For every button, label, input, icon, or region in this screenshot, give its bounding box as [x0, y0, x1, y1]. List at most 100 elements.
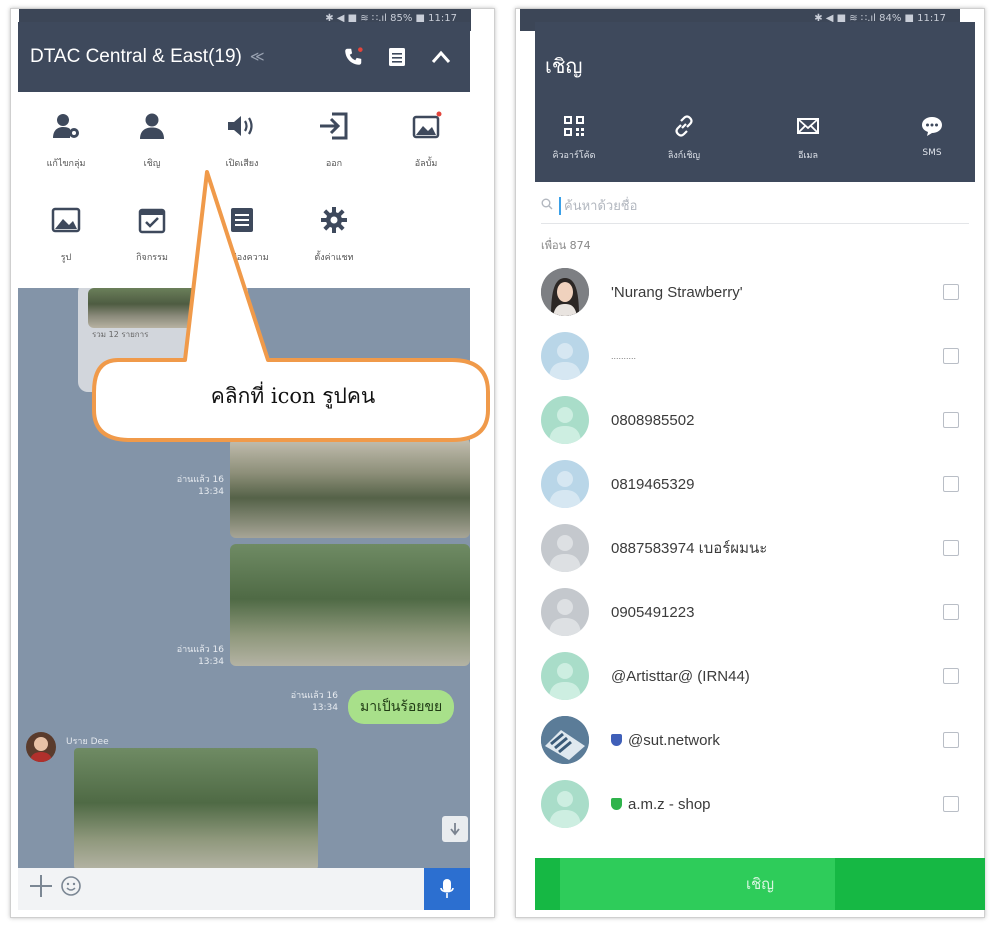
plus-icon[interactable] [28, 873, 60, 906]
option-label: ลิงก์เชิญ [667, 151, 701, 161]
select-checkbox[interactable] [943, 348, 959, 364]
select-checkbox[interactable] [943, 668, 959, 684]
list-icon [222, 200, 262, 240]
notes-icon[interactable] [380, 40, 414, 74]
default-avatar-icon [541, 332, 589, 380]
invite-button[interactable]: เชิญ [535, 858, 985, 910]
official-badge-icon [611, 734, 622, 746]
menu-leave[interactable]: ออก [294, 102, 374, 182]
contact-row[interactable]: .......... [541, 324, 969, 388]
read-receipt: อ่านแล้ว 16 13:34 [168, 644, 224, 668]
search-input[interactable]: ค้นหาด้วยชื่อ [564, 195, 637, 216]
sender-avatar[interactable] [26, 732, 56, 762]
select-checkbox[interactable] [943, 604, 959, 620]
select-checkbox[interactable] [943, 284, 959, 300]
menu-photos[interactable]: รูป [26, 196, 106, 276]
read-text: อ่านแล้ว 16 [290, 691, 338, 701]
emoji-icon[interactable] [60, 875, 90, 903]
menu-label: แก้ไขกลุ่ม [46, 159, 86, 169]
person-icon [132, 106, 172, 146]
message-input-bar [18, 868, 470, 910]
exit-icon [314, 106, 354, 146]
mail-icon [797, 110, 819, 142]
chat-photo-1[interactable] [230, 438, 470, 538]
scroll-down-button[interactable] [442, 816, 468, 842]
menu-events[interactable]: กิจกรรม [112, 196, 192, 276]
sms-icon [920, 110, 944, 142]
menu-invite[interactable]: เชิญ [112, 102, 192, 182]
contact-row[interactable]: a.m.z - shop [541, 772, 969, 836]
qr-code-icon [563, 110, 585, 142]
default-avatar-icon [541, 524, 589, 572]
menu-label: ตั้งค่าแชท [314, 253, 354, 263]
album-photo[interactable] [88, 288, 238, 328]
menu-label: การช่องความ [215, 253, 269, 263]
menu-edit-group[interactable]: แก้ไขกลุ่ม [26, 102, 106, 182]
select-checkbox[interactable] [943, 796, 959, 812]
chat-photo-2[interactable] [230, 544, 470, 666]
contact-name: 0905491223 [611, 603, 695, 621]
menu-label: เชิญ [143, 159, 161, 169]
read-text: อ่านแล้ว 16 [176, 475, 224, 485]
person-gear-icon [46, 106, 86, 146]
invite-option-email[interactable]: อีเมล [763, 110, 853, 162]
option-label: อีเมล [798, 151, 818, 161]
contact-name: @sut.network [611, 732, 943, 749]
album-icon [406, 106, 446, 146]
invite-button-label: เชิญ [745, 875, 775, 893]
contact-name: .......... [611, 351, 637, 361]
chat-header: DTAC Central & East(19) ≪ [18, 22, 470, 92]
chat-area[interactable]: รวม 12 รายการ อ่านแล้ว 16 13:34 อ่านแล้ว… [18, 288, 470, 868]
contact-row[interactable]: 'Nurang Strawberry' [541, 260, 969, 324]
calendar-icon [132, 200, 172, 240]
contact-name: a.m.z - shop [611, 796, 943, 813]
mic-icon[interactable] [424, 868, 470, 910]
message-time: 13:34 [198, 487, 224, 497]
contact-name-text: a.m.z - shop [628, 795, 711, 813]
select-checkbox[interactable] [943, 732, 959, 748]
contact-avatar [541, 716, 589, 764]
read-receipt: อ่านแล้ว 16 13:34 [282, 690, 338, 714]
contact-row[interactable]: 0887583974 เบอร์ผมนะ [541, 516, 969, 580]
album-bubble[interactable]: รวม 12 รายการ [78, 288, 248, 392]
default-avatar-icon [541, 460, 589, 508]
menu-label: ออก [325, 159, 343, 169]
gear-icon [314, 200, 354, 240]
chevron-up-icon[interactable] [424, 40, 458, 74]
select-checkbox[interactable] [943, 476, 959, 492]
search-bar[interactable]: ค้นหาด้วยชื่อ [541, 188, 969, 224]
menu-notes[interactable]: การช่องความ [202, 196, 282, 276]
menu-label: เปิดเสียง [225, 159, 259, 169]
menu-label: อัลบั้ม [414, 159, 438, 169]
verified-badge-icon [611, 798, 622, 810]
menu-unmute[interactable]: เปิดเสียง [202, 102, 282, 182]
option-label: SMS [922, 148, 942, 158]
contact-name: 'Nurang Strawberry' [611, 283, 743, 301]
sender-name: Uราย Dee [66, 737, 109, 747]
select-checkbox[interactable] [943, 412, 959, 428]
menu-chat-settings[interactable]: ตั้งค่าแชท [294, 196, 374, 276]
search-icon [541, 198, 553, 214]
invite-option-sms[interactable]: SMS [887, 110, 977, 158]
contact-row[interactable]: @sut.network [541, 708, 969, 772]
received-photo[interactable] [74, 748, 318, 868]
menu-album[interactable]: อัลบั้ม [386, 102, 466, 182]
album-caption: รวม 12 รายการ [92, 330, 149, 339]
contact-row[interactable]: @Artisttar@ (IRN44) [541, 644, 969, 708]
contact-row[interactable]: 0819465329 [541, 452, 969, 516]
chat-menu: แก้ไขกลุ่ม เชิญ เปิดเสียง ออก อัลบั้ม รู… [18, 92, 470, 288]
select-checkbox[interactable] [943, 540, 959, 556]
default-avatar-icon [541, 780, 589, 828]
contact-row[interactable]: 0905491223 [541, 580, 969, 644]
default-avatar-icon [541, 652, 589, 700]
invite-option-link[interactable]: ลิงก์เชิญ [639, 110, 729, 162]
option-label: คิวอาร์โค้ด [552, 151, 596, 161]
speaker-icon [222, 106, 262, 146]
phone-call-icon[interactable] [336, 40, 370, 74]
friends-count: เพื่อน 874 [541, 239, 591, 252]
invite-option-qr[interactable]: คิวอาร์โค้ด [529, 110, 619, 162]
contact-row[interactable]: 0808985502 [541, 388, 969, 452]
mute-icon: ≪ [249, 49, 265, 65]
sent-message[interactable]: มาเป็นร้อยขย [348, 690, 455, 724]
contact-avatar [541, 268, 589, 316]
